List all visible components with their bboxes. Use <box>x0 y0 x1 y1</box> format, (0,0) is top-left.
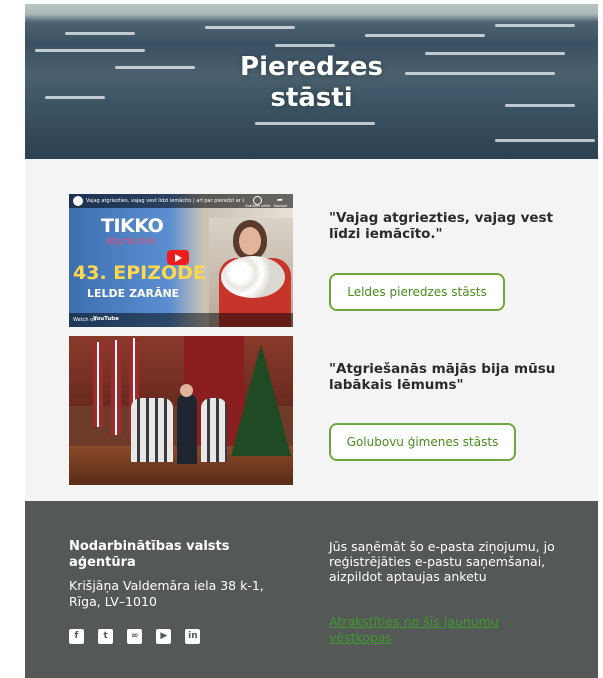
person-center <box>177 394 197 464</box>
christmas-tree <box>231 344 291 456</box>
story-quote-1: "Vajag atgriezties, vajag vest līdzi iem… <box>329 210 554 242</box>
stories-section: Vajag atgriezties, vajag vest līdzi iemā… <box>25 159 598 501</box>
twitter-icon[interactable]: t <box>98 629 114 644</box>
link-icon[interactable]: ∞ <box>127 629 143 644</box>
address-line-1: Krišjāņa Valdemāra iela 38 k-1, <box>69 578 264 593</box>
hero-title: Pieredzes stāsti <box>25 52 598 114</box>
tikko-logo: TIKKO <box>101 215 164 237</box>
video-top-caption: Vajag atgriezties, vajag vest līdzi iemā… <box>86 198 244 204</box>
address: Krišjāņa Valdemāra iela 38 k-1, Rīga, LV… <box>69 578 289 610</box>
youtube-logo-icon: YouTube <box>93 316 119 322</box>
social-links: f t ∞ ▶ in <box>69 629 209 648</box>
person-head-center <box>180 384 193 397</box>
unsubscribe-link[interactable]: Atrakstīties no šīs jaunumu vēstkopas <box>329 614 529 646</box>
hero-title-line2: stāsti <box>270 83 353 113</box>
youtube-icon[interactable]: ▶ <box>156 629 172 644</box>
watch-later-label: Skatīties vēlāk <box>245 204 271 208</box>
email-container: Pieredzes stāsti Vajag atgriezties, vaja… <box>25 0 598 678</box>
guest-name-label: LELDE ZARĀNE <box>87 287 180 300</box>
video-thumbnail[interactable]: Vajag atgriezties, vajag vest līdzi iemā… <box>69 194 293 327</box>
share-icon: ➦ <box>277 196 283 204</box>
address-line-2: Rīga, LV–1010 <box>69 594 157 609</box>
story-quote-2: "Atgriešanās mājās bija mūsu labākais lē… <box>329 361 556 393</box>
footer: Nodarbinātības valsts aģentūra Krišjāņa … <box>25 501 598 678</box>
tikko-subtitle: Atgriezies <box>105 236 156 247</box>
share-label: Kopīgot <box>274 204 288 208</box>
lelde-story-button[interactable]: Leldes pieredzes stāsts <box>329 273 505 311</box>
person-face <box>239 227 261 255</box>
flag-left <box>93 342 103 427</box>
golubovu-story-button[interactable]: Golubovu ģimenes stāsts <box>329 423 516 461</box>
facebook-icon[interactable]: f <box>69 629 84 644</box>
family-photo <box>69 336 293 485</box>
flag-middle <box>111 340 121 435</box>
linkedin-icon[interactable]: in <box>185 629 201 644</box>
subscription-notice: Jūs saņēmāt šo e-pasta ziņojumu, jo reģi… <box>329 539 555 584</box>
episode-label: 43. EPIZODE <box>73 262 206 284</box>
family-group-left <box>131 398 173 462</box>
family-group-right <box>201 398 227 462</box>
channel-avatar <box>73 196 83 206</box>
hero-banner: Pieredzes stāsti <box>25 4 598 159</box>
hero-title-line1: Pieredzes <box>240 52 383 82</box>
org-name: Nodarbinātības valsts aģentūra <box>69 539 230 570</box>
flower-bouquet <box>221 256 285 298</box>
